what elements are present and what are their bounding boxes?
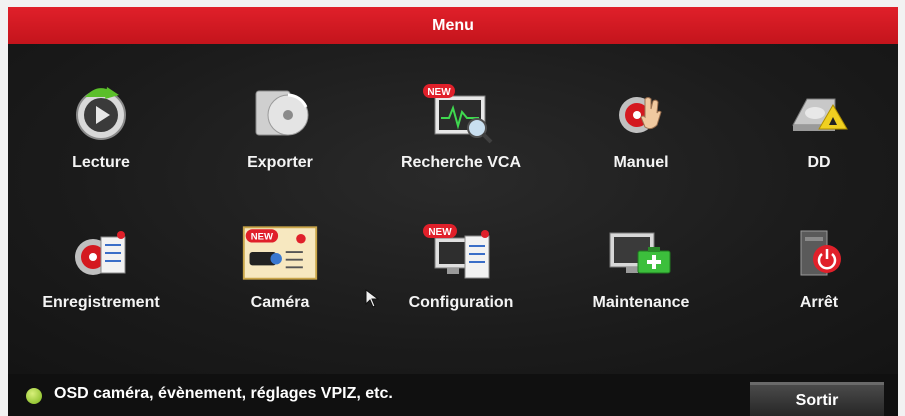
vca-search-icon: NEW: [421, 82, 501, 144]
menu-item-lecture[interactable]: Lecture: [26, 82, 176, 202]
menu-item-configuration[interactable]: NEW Configuration: [386, 222, 536, 342]
status-bar: OSD caméra, évènement, réglages VPIZ, et…: [8, 374, 898, 416]
configuration-icon: NEW: [421, 222, 501, 284]
status-indicator-icon: [26, 388, 42, 404]
menu-item-label: Arrêt: [799, 294, 839, 311]
menu-item-label: Caméra: [250, 294, 310, 311]
power-off-icon: [779, 222, 859, 284]
menu-item-label: Recherche VCA: [400, 154, 522, 171]
dvr-menu-window: Menu Lecture Exporter NEW Recherche VCA …: [8, 7, 898, 416]
manual-record-icon: [601, 82, 681, 144]
menu-title-bar: Menu: [8, 7, 898, 44]
svg-text:NEW: NEW: [427, 87, 451, 98]
hard-disk-warning-icon: [779, 82, 859, 144]
menu-item-label: Manuel: [613, 154, 669, 171]
menu-grid: Lecture Exporter NEW Recherche VCA Manue…: [8, 44, 898, 374]
camera-settings-icon: NEW: [240, 222, 320, 284]
maintenance-icon: [601, 222, 681, 284]
svg-text:NEW: NEW: [251, 232, 273, 243]
svg-text:NEW: NEW: [428, 227, 452, 238]
menu-item-exporter[interactable]: Exporter: [205, 82, 355, 202]
menu-item-label: Configuration: [408, 294, 514, 311]
exit-button[interactable]: Sortir: [750, 382, 884, 416]
menu-item-arret[interactable]: Arrêt: [744, 222, 894, 342]
menu-item-label: DD: [807, 154, 831, 171]
menu-item-label: Enregistrement: [42, 294, 160, 311]
status-hint-text: OSD caméra, évènement, réglages VPIZ, et…: [54, 385, 393, 402]
menu-item-manuel[interactable]: Manuel: [566, 82, 716, 202]
menu-item-label: Lecture: [72, 154, 130, 171]
menu-item-dd[interactable]: DD: [744, 82, 894, 202]
record-schedule-icon: [61, 222, 141, 284]
menu-item-label: Maintenance: [592, 294, 690, 311]
menu-item-camera[interactable]: NEW Caméra: [205, 222, 355, 342]
menu-item-enregistrement[interactable]: Enregistrement: [26, 222, 176, 342]
menu-item-label: Exporter: [247, 154, 313, 171]
playback-icon: [61, 82, 141, 144]
menu-title: Menu: [432, 16, 474, 34]
export-disc-icon: [240, 82, 320, 144]
mouse-cursor-icon: [365, 289, 380, 308]
menu-item-recherche-vca[interactable]: NEW Recherche VCA: [386, 82, 536, 202]
menu-item-maintenance[interactable]: Maintenance: [566, 222, 716, 342]
